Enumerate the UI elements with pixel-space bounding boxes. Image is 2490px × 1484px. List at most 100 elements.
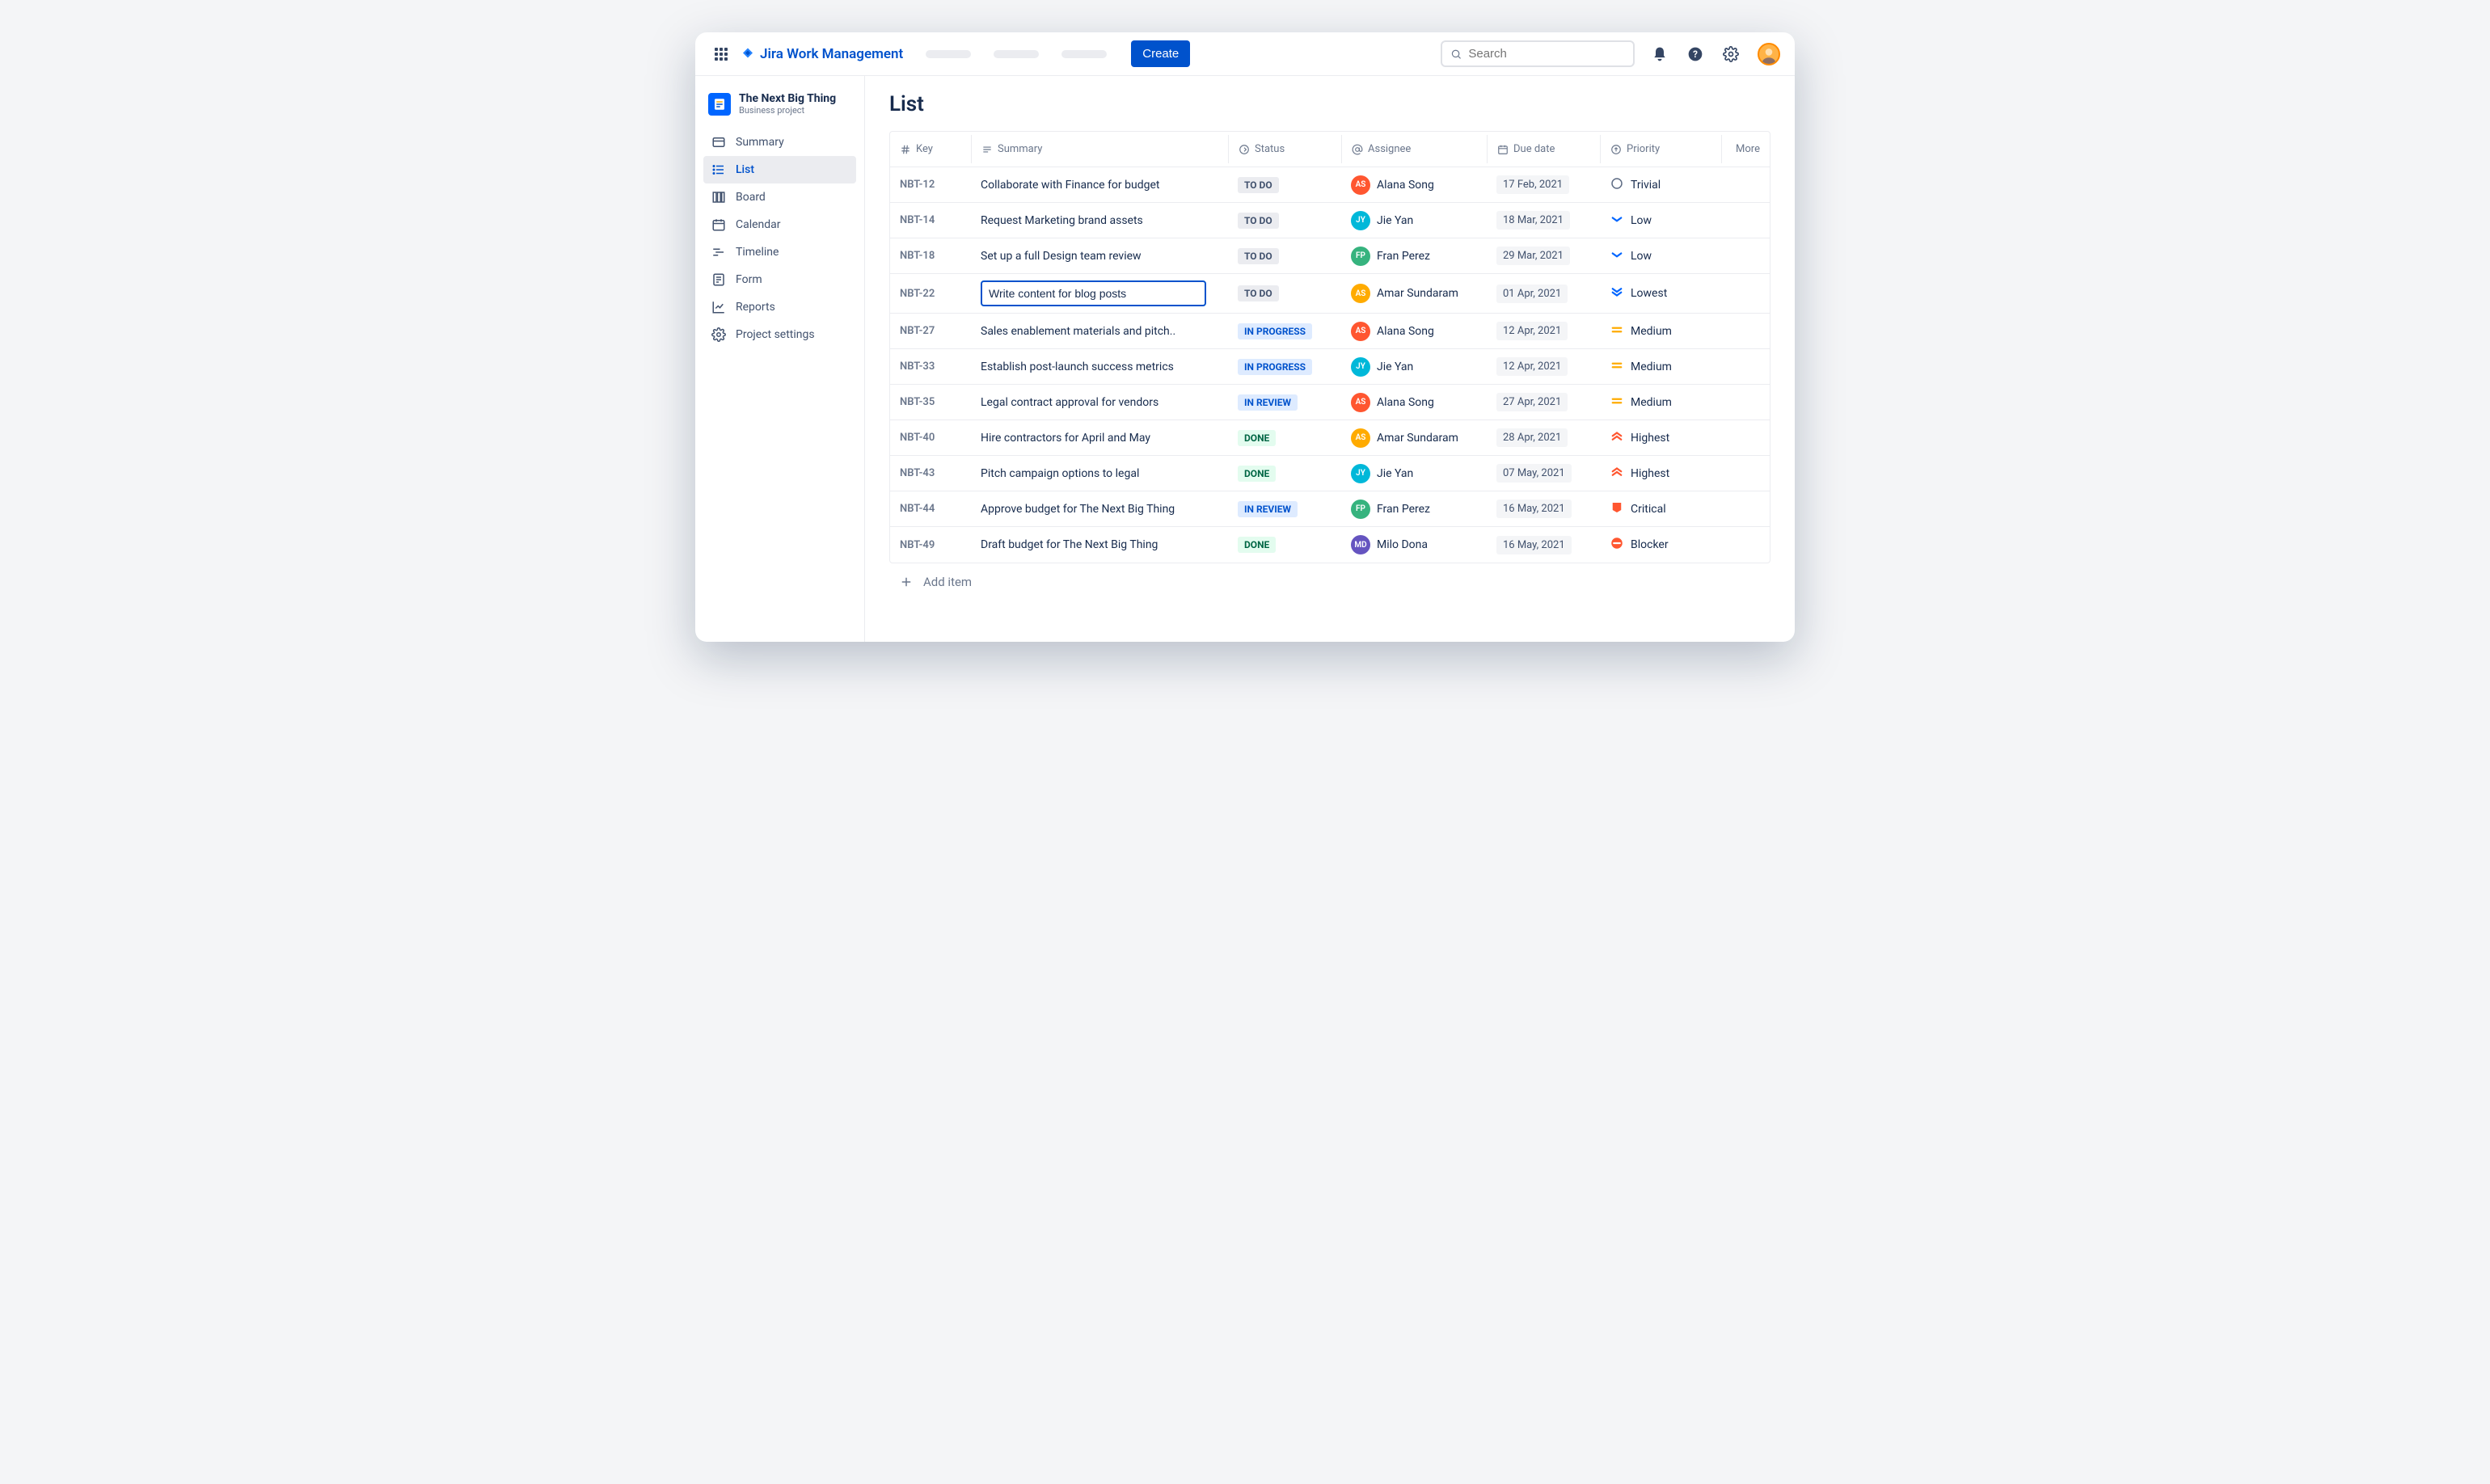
key-cell[interactable]: NBT-18 — [890, 243, 971, 268]
summary-input[interactable] — [981, 280, 1206, 306]
summary-cell[interactable]: Legal contract approval for vendors — [971, 390, 1228, 415]
table-row[interactable]: NBT-12Collaborate with Finance for budge… — [890, 167, 1770, 203]
sidebar-item-summary[interactable]: Summary — [703, 129, 856, 156]
assignee-cell[interactable]: ASAlana Song — [1341, 386, 1487, 419]
create-button[interactable]: Create — [1131, 40, 1190, 67]
key-cell[interactable]: NBT-33 — [890, 354, 971, 379]
col-summary[interactable]: Summary — [971, 135, 1228, 163]
summary-cell[interactable]: Collaborate with Finance for budget — [971, 172, 1228, 198]
col-priority[interactable]: Priority — [1600, 135, 1721, 163]
priority-cell[interactable]: Low — [1600, 241, 1721, 272]
priority-cell[interactable]: Medium — [1600, 352, 1721, 382]
project-header[interactable]: The Next Big Thing Business project — [703, 87, 856, 129]
summary-cell[interactable]: Request Marketing brand assets — [971, 208, 1228, 234]
nav-placeholder[interactable] — [994, 50, 1039, 58]
nav-placeholder[interactable] — [926, 50, 971, 58]
due-cell[interactable]: 18 Mar, 2021 — [1487, 204, 1600, 236]
due-cell[interactable]: 12 Apr, 2021 — [1487, 315, 1600, 347]
col-status[interactable]: Status — [1228, 135, 1341, 163]
col-due[interactable]: Due date — [1487, 135, 1600, 163]
summary-cell[interactable]: Establish post-launch success metrics — [971, 354, 1228, 380]
priority-cell[interactable]: Critical — [1600, 494, 1721, 525]
due-cell[interactable]: 28 Apr, 2021 — [1487, 422, 1600, 453]
summary-cell[interactable]: Pitch campaign options to legal — [971, 461, 1228, 487]
app-switcher-icon[interactable] — [710, 43, 732, 65]
key-cell[interactable]: NBT-12 — [890, 172, 971, 197]
summary-cell[interactable]: Draft budget for The Next Big Thing — [971, 532, 1228, 558]
sidebar-item-timeline[interactable]: Timeline — [703, 238, 856, 266]
settings-icon[interactable] — [1720, 44, 1741, 65]
assignee-cell[interactable]: FPFran Perez — [1341, 493, 1487, 525]
sidebar-item-form[interactable]: Form — [703, 266, 856, 293]
status-cell[interactable]: IN PROGRESS — [1228, 352, 1341, 382]
status-cell[interactable]: TO DO — [1228, 279, 1341, 308]
priority-cell[interactable]: Highest — [1600, 458, 1721, 489]
assignee-cell[interactable]: ASAmar Sundaram — [1341, 422, 1487, 454]
assignee-cell[interactable]: ASAmar Sundaram — [1341, 277, 1487, 310]
sidebar-item-list[interactable]: List — [703, 156, 856, 183]
key-cell[interactable]: NBT-14 — [890, 208, 971, 233]
notifications-icon[interactable] — [1649, 44, 1670, 65]
due-cell[interactable]: 07 May, 2021 — [1487, 457, 1600, 489]
status-cell[interactable]: IN REVIEW — [1228, 495, 1341, 524]
summary-cell[interactable]: Sales enablement materials and pitch.. — [971, 318, 1228, 344]
sidebar-item-reports[interactable]: Reports — [703, 293, 856, 321]
user-avatar[interactable] — [1758, 43, 1780, 65]
status-cell[interactable]: DONE — [1228, 530, 1341, 559]
table-row[interactable]: NBT-33Establish post-launch success metr… — [890, 349, 1770, 385]
key-cell[interactable]: NBT-43 — [890, 461, 971, 486]
table-row[interactable]: NBT-40Hire contractors for April and May… — [890, 420, 1770, 456]
assignee-cell[interactable]: JYJie Yan — [1341, 351, 1487, 383]
nav-placeholder[interactable] — [1061, 50, 1107, 58]
priority-cell[interactable]: Trivial — [1600, 170, 1721, 200]
table-row[interactable]: NBT-22TO DOASAmar Sundaram01 Apr, 2021Lo… — [890, 274, 1770, 314]
due-cell[interactable]: 16 May, 2021 — [1487, 529, 1600, 561]
summary-cell[interactable]: Set up a full Design team review — [971, 243, 1228, 269]
key-cell[interactable]: NBT-27 — [890, 318, 971, 344]
table-row[interactable]: NBT-44Approve budget for The Next Big Th… — [890, 491, 1770, 527]
due-cell[interactable]: 29 Mar, 2021 — [1487, 240, 1600, 272]
priority-cell[interactable]: Medium — [1600, 316, 1721, 347]
key-cell[interactable]: NBT-44 — [890, 496, 971, 521]
status-cell[interactable]: IN REVIEW — [1228, 388, 1341, 417]
sidebar-item-board[interactable]: Board — [703, 183, 856, 211]
status-cell[interactable]: TO DO — [1228, 206, 1341, 235]
due-cell[interactable]: 01 Apr, 2021 — [1487, 278, 1600, 310]
due-cell[interactable]: 17 Feb, 2021 — [1487, 169, 1600, 200]
assignee-cell[interactable]: MDMilo Dona — [1341, 529, 1487, 561]
status-cell[interactable]: DONE — [1228, 424, 1341, 453]
assignee-cell[interactable]: JYJie Yan — [1341, 457, 1487, 490]
assignee-cell[interactable]: JYJie Yan — [1341, 204, 1487, 237]
assignee-cell[interactable]: ASAlana Song — [1341, 169, 1487, 201]
table-row[interactable]: NBT-27Sales enablement materials and pit… — [890, 314, 1770, 349]
table-row[interactable]: NBT-49Draft budget for The Next Big Thin… — [890, 527, 1770, 563]
col-assignee[interactable]: Assignee — [1341, 135, 1487, 163]
due-cell[interactable]: 27 Apr, 2021 — [1487, 386, 1600, 418]
key-cell[interactable]: NBT-35 — [890, 390, 971, 415]
key-cell[interactable]: NBT-22 — [890, 281, 971, 306]
priority-cell[interactable]: Low — [1600, 205, 1721, 236]
product-logo[interactable]: Jira Work Management — [741, 46, 903, 62]
priority-cell[interactable]: Medium — [1600, 387, 1721, 418]
search-box[interactable] — [1441, 40, 1635, 67]
col-key[interactable]: Key — [890, 135, 971, 163]
table-row[interactable]: NBT-14Request Marketing brand assetsTO D… — [890, 203, 1770, 238]
status-cell[interactable]: TO DO — [1228, 242, 1341, 271]
table-row[interactable]: NBT-35Legal contract approval for vendor… — [890, 385, 1770, 420]
assignee-cell[interactable]: FPFran Perez — [1341, 240, 1487, 272]
key-cell[interactable]: NBT-40 — [890, 425, 971, 450]
table-row[interactable]: NBT-18Set up a full Design team reviewTO… — [890, 238, 1770, 274]
status-cell[interactable]: DONE — [1228, 459, 1341, 488]
search-input[interactable] — [1468, 47, 1625, 61]
col-more[interactable]: More — [1721, 135, 1770, 163]
assignee-cell[interactable]: ASAlana Song — [1341, 315, 1487, 348]
due-cell[interactable]: 12 Apr, 2021 — [1487, 351, 1600, 382]
status-cell[interactable]: IN PROGRESS — [1228, 317, 1341, 346]
key-cell[interactable]: NBT-49 — [890, 533, 971, 558]
due-cell[interactable]: 16 May, 2021 — [1487, 493, 1600, 525]
summary-cell[interactable]: Hire contractors for April and May — [971, 425, 1228, 451]
priority-cell[interactable]: Highest — [1600, 423, 1721, 453]
sidebar-item-calendar[interactable]: Calendar — [703, 211, 856, 238]
priority-cell[interactable]: Blocker — [1600, 529, 1721, 560]
table-row[interactable]: NBT-43Pitch campaign options to legalDON… — [890, 456, 1770, 491]
